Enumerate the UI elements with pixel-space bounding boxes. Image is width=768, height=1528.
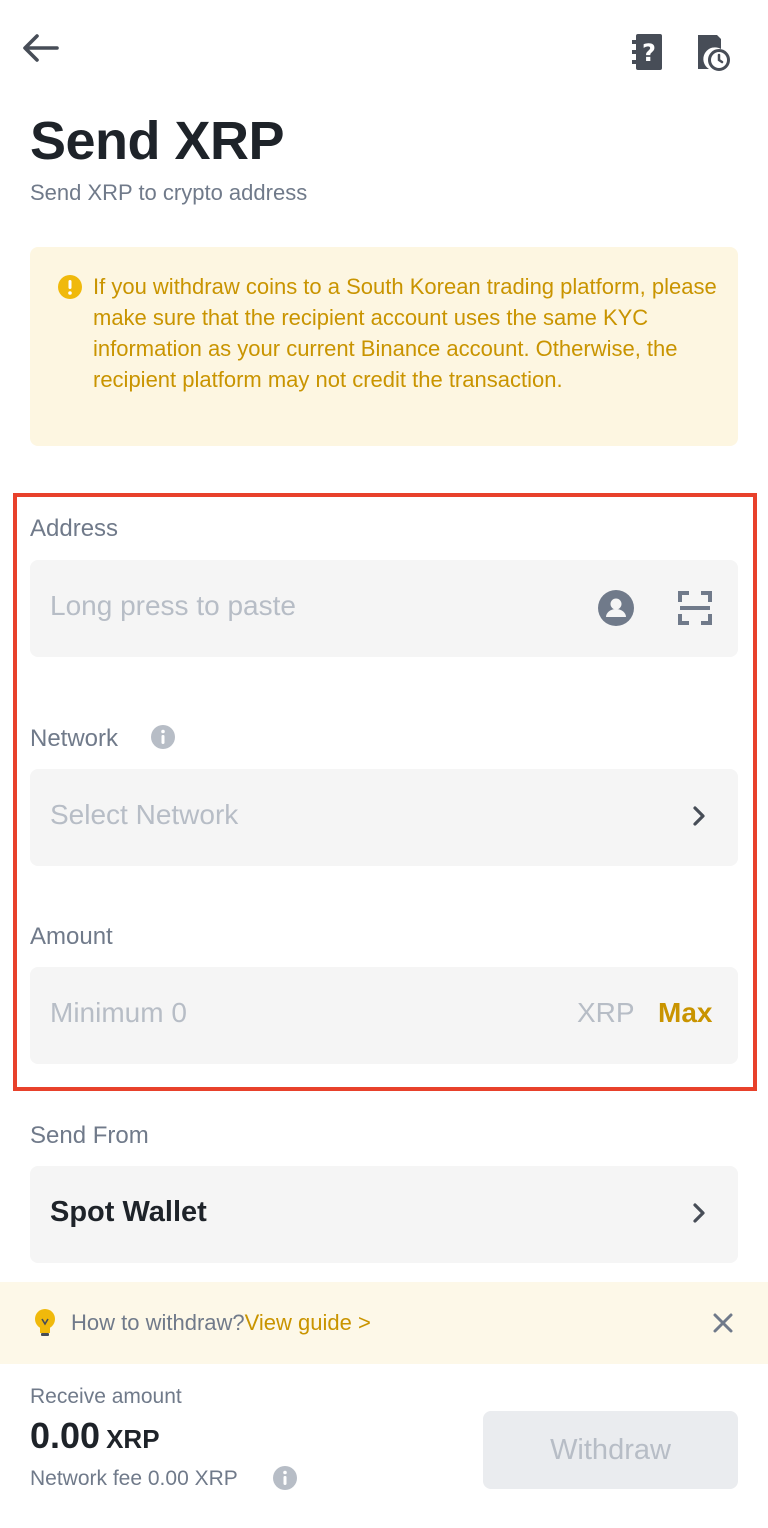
max-button[interactable]: Max — [658, 997, 712, 1029]
amount-field[interactable]: Minimum 0 XRP Max — [30, 967, 738, 1064]
address-input[interactable]: Long press to paste — [50, 590, 296, 622]
warning-notice-text: If you withdraw coins to a South Korean … — [93, 274, 717, 392]
page-title: Send XRP — [30, 111, 285, 171]
back-arrow-icon — [23, 34, 59, 62]
warning-icon — [58, 275, 82, 304]
history-icon — [698, 35, 730, 71]
contact-icon[interactable] — [598, 590, 634, 631]
lightbulb-icon — [32, 1308, 58, 1343]
amount-input[interactable]: Minimum 0 — [50, 997, 187, 1029]
network-fee: Network fee 0.00 XRP — [30, 1467, 238, 1490]
receive-amount: 0.00 XRP — [30, 1415, 160, 1457]
amount-unit: XRP — [577, 997, 635, 1028]
close-icon[interactable] — [712, 1312, 734, 1339]
network-label: Network — [30, 725, 119, 752]
send-from-value: Spot Wallet — [50, 1196, 207, 1228]
receive-amount-value: 0.00 — [30, 1415, 101, 1456]
help-document-icon: ? — [632, 34, 662, 70]
info-icon[interactable] — [273, 1466, 297, 1495]
network-select[interactable]: Select Network — [30, 769, 738, 866]
chevron-right-icon — [692, 805, 706, 832]
warning-notice: If you withdraw coins to a South Korean … — [30, 247, 738, 446]
page-subtitle: Send XRP to crypto address — [30, 180, 308, 205]
address-label: Address — [30, 515, 119, 542]
amount-label: Amount — [30, 923, 113, 950]
receive-amount-label: Receive amount — [30, 1385, 182, 1408]
guide-text: How to withdraw? — [71, 1310, 245, 1335]
view-guide-link[interactable]: View guide > — [245, 1310, 371, 1335]
scan-icon[interactable] — [678, 591, 712, 630]
help-button[interactable]: ? — [630, 32, 668, 72]
svg-text:?: ? — [642, 39, 656, 67]
send-from-select[interactable]: Spot Wallet — [30, 1166, 738, 1263]
withdraw-guide-banner: How to withdraw?View guide > — [0, 1282, 768, 1364]
history-button[interactable] — [694, 32, 732, 72]
info-icon[interactable] — [151, 725, 175, 754]
withdraw-button[interactable]: Withdraw — [483, 1411, 738, 1489]
send-from-label: Send From — [30, 1122, 149, 1149]
back-button[interactable] — [20, 30, 60, 66]
receive-amount-unit: XRP — [106, 1424, 160, 1454]
network-placeholder: Select Network — [50, 799, 239, 830]
chevron-right-icon — [692, 1202, 706, 1229]
address-field[interactable]: Long press to paste — [30, 560, 738, 657]
